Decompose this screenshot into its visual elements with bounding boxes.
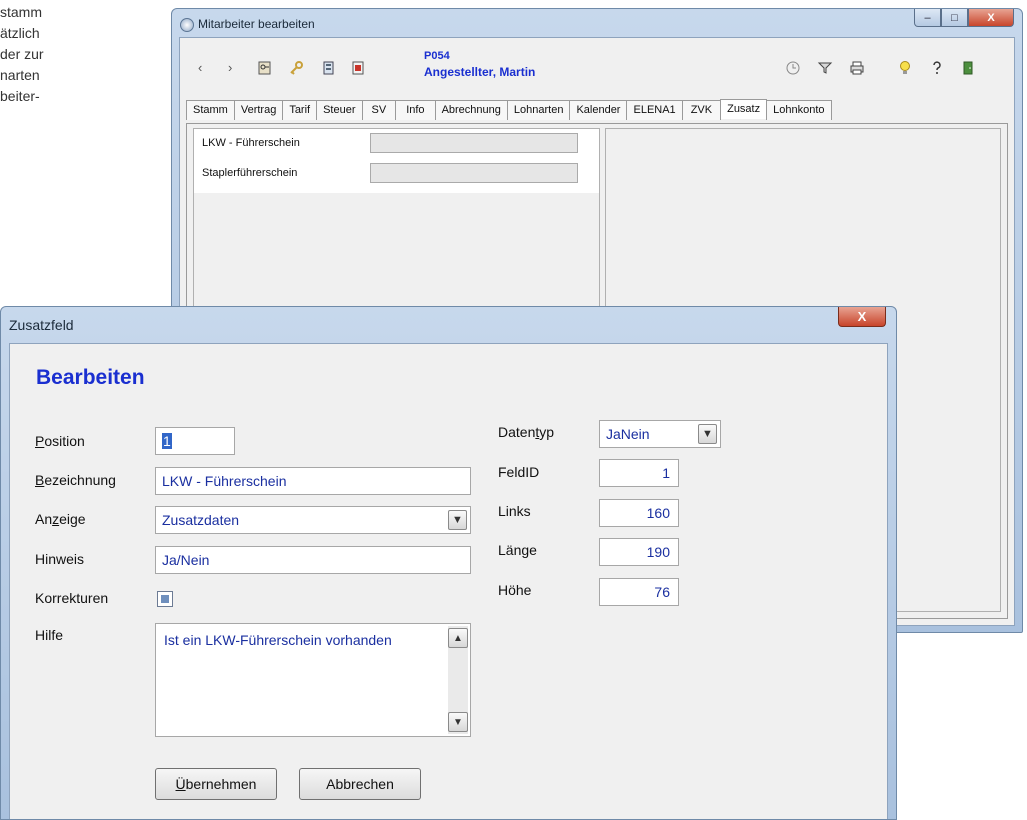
- laenge-label: Länge: [498, 542, 537, 558]
- tab-lohnkonto[interactable]: Lohnkonto: [766, 100, 832, 120]
- tab-steuer[interactable]: Steuer: [316, 100, 363, 120]
- dialog-title: Zusatzfeld: [9, 317, 74, 333]
- field-value-box[interactable]: [370, 163, 578, 183]
- background-text-line: beiter-: [0, 88, 40, 104]
- bezeichnung-input[interactable]: LKW - Führerschein: [155, 467, 471, 495]
- tab-zvk[interactable]: ZVK: [681, 100, 722, 120]
- links-label: Links: [498, 503, 531, 519]
- app-icon: [180, 18, 194, 32]
- tab-tarif[interactable]: Tarif: [282, 100, 318, 120]
- links-input[interactable]: 160: [599, 499, 679, 527]
- minimize-button[interactable]: –: [914, 9, 941, 27]
- clock-icon[interactable]: [785, 60, 801, 80]
- key-list-icon[interactable]: [257, 60, 273, 80]
- dialog-heading: Bearbeiten: [36, 366, 145, 389]
- window-titlebar[interactable]: Mitarbeiter bearbeiten – □ X: [172, 9, 1022, 37]
- hinweis-label: Hinweis: [35, 551, 85, 567]
- zusatzfeld-dialog: Zusatzfeld X Bearbeiten Position Bezeich…: [0, 306, 897, 820]
- hinweis-input[interactable]: Ja/Nein: [155, 546, 471, 574]
- background-text: stamm ätzlich der zur narten beiter-: [0, 2, 44, 107]
- caption-buttons: – □ X: [914, 9, 1014, 27]
- field-label: LKW - Führerschein: [202, 137, 300, 149]
- tab-abrechnung[interactable]: Abrechnung: [434, 100, 508, 120]
- bezeichnung-label: Bezeichnung: [35, 472, 116, 488]
- filter-icon[interactable]: [817, 60, 833, 80]
- tab-stamm[interactable]: Stamm: [186, 100, 235, 120]
- key-icon[interactable]: [288, 60, 304, 80]
- list-item[interactable]: LKW - Führerschein: [194, 129, 599, 159]
- dialog-titlebar[interactable]: Zusatzfeld X: [1, 307, 896, 343]
- cancel-button[interactable]: Abbrechen: [299, 768, 421, 800]
- background-text-line: stamm: [0, 4, 42, 20]
- background-text-line: narten: [0, 67, 40, 83]
- tab-lohnarten[interactable]: Lohnarten: [506, 100, 571, 120]
- hilfe-textarea[interactable]: Ist ein LKW-Führerschein vorhanden ▲ ▼: [155, 623, 471, 737]
- dialog-close-button[interactable]: X: [838, 307, 886, 327]
- anzeige-select[interactable]: Zusatzdaten ▼: [155, 506, 471, 534]
- forward-arrow-icon[interactable]: ›: [228, 60, 232, 75]
- tab-elena1[interactable]: ELENA1: [626, 100, 683, 120]
- hoehe-label: Höhe: [498, 582, 532, 598]
- employee-name: Angestellter, Martin: [424, 65, 536, 79]
- hoehe-input[interactable]: 76: [599, 578, 679, 606]
- hilfe-label: Hilfe: [35, 627, 64, 643]
- close-button[interactable]: X: [968, 9, 1014, 27]
- position-label: Position: [35, 433, 85, 449]
- scroll-down-icon[interactable]: ▼: [448, 712, 468, 732]
- list-item[interactable]: Staplerführerschein: [194, 159, 599, 189]
- print-icon[interactable]: [849, 60, 865, 80]
- window-title: Mitarbeiter bearbeiten: [198, 17, 315, 31]
- tab-kalender[interactable]: Kalender: [569, 100, 628, 120]
- pdf-icon[interactable]: [350, 60, 366, 80]
- help-icon[interactable]: [929, 60, 945, 80]
- korrekturen-checkbox[interactable]: [157, 591, 173, 607]
- apply-button[interactable]: Übernehmen: [155, 768, 277, 800]
- field-value-box[interactable]: [370, 133, 578, 153]
- anzeige-label: Anzeige: [35, 511, 86, 527]
- datentyp-label: Datentyp: [498, 424, 555, 440]
- laenge-input[interactable]: 190: [599, 538, 679, 566]
- scrollbar[interactable]: ▲ ▼: [448, 626, 468, 734]
- tab-info[interactable]: Info: [395, 100, 436, 120]
- position-input[interactable]: 1: [155, 427, 235, 455]
- background-text-line: der zur: [0, 46, 44, 62]
- additional-fields-list: LKW - Führerschein Staplerführerschein: [194, 129, 599, 193]
- scroll-up-icon[interactable]: ▲: [448, 628, 468, 648]
- maximize-button[interactable]: □: [941, 9, 968, 27]
- background-text-line: ätzlich: [0, 25, 40, 41]
- feldid-input[interactable]: 1: [599, 459, 679, 487]
- document-icon[interactable]: [321, 60, 337, 80]
- bulb-icon[interactable]: [897, 60, 913, 80]
- tab-vertrag[interactable]: Vertrag: [233, 100, 284, 120]
- exit-door-icon[interactable]: [960, 60, 976, 80]
- dialog-client-area: Bearbeiten Position Bezeichnung Anzeige …: [9, 343, 888, 819]
- datentyp-value: JaNein: [606, 426, 650, 442]
- tab-zusatz[interactable]: Zusatz: [720, 99, 768, 119]
- employee-id: P054: [424, 50, 450, 62]
- tab-sv[interactable]: SV: [361, 100, 397, 120]
- toolbar: ‹ › P054 Angestellter, Martin: [180, 38, 1014, 94]
- chevron-down-icon[interactable]: ▼: [698, 424, 717, 444]
- feldid-label: FeldID: [498, 464, 540, 480]
- chevron-down-icon[interactable]: ▼: [448, 510, 467, 530]
- position-value: 1: [162, 433, 172, 449]
- back-arrow-icon[interactable]: ‹: [198, 60, 202, 75]
- tab-bar: Stamm Vertrag Tarif Steuer SV Info Abrec…: [186, 99, 832, 120]
- datentyp-select[interactable]: JaNein ▼: [599, 420, 721, 448]
- field-label: Staplerführerschein: [202, 167, 298, 179]
- anzeige-value: Zusatzdaten: [162, 512, 240, 528]
- hilfe-text: Ist ein LKW-Führerschein vorhanden: [164, 632, 392, 648]
- korrekturen-label: Korrekturen: [35, 590, 109, 606]
